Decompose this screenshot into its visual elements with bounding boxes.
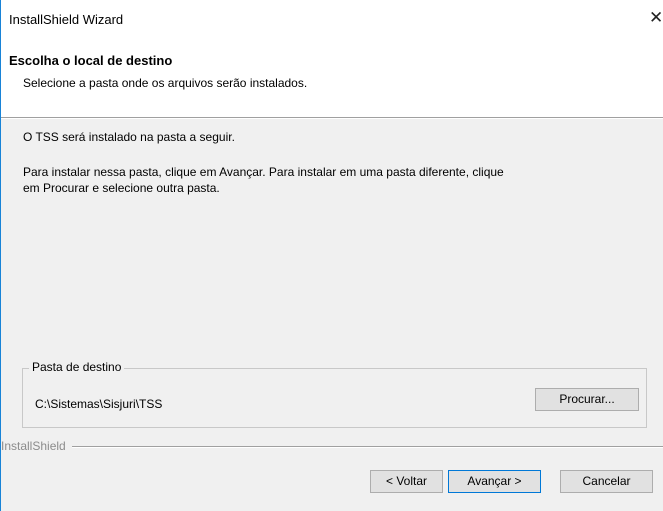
page-title: Escolha o local de destino [9, 53, 173, 68]
header-divider-highlight [1, 118, 663, 119]
footer-divider-highlight [1, 447, 663, 448]
cancel-button[interactable]: Cancelar [560, 470, 653, 493]
wizard-header: Escolha o local de destino Selecione a p… [1, 37, 663, 117]
instructions-line-1: Para instalar nessa pasta, clique em Ava… [23, 165, 504, 179]
install-location-text: O TSS será instalado na pasta a seguir. [23, 130, 235, 144]
title-bar: InstallShield Wizard ✕ [1, 0, 663, 37]
destination-folder-legend: Pasta de destino [29, 360, 125, 374]
destination-path: C:\Sistemas\Sisjuri\TSS [35, 397, 163, 411]
instructions-line-2: em Procurar e selecione outra pasta. [23, 181, 220, 195]
installer-window: InstallShield Wizard ✕ Escolha o local d… [0, 0, 663, 511]
close-icon[interactable]: ✕ [649, 7, 663, 29]
installshield-brand: InstallShield [1, 439, 72, 453]
window-title: InstallShield Wizard [9, 12, 124, 27]
next-button[interactable]: Avançar > [448, 470, 541, 493]
browse-button[interactable]: Procurar... [535, 388, 639, 411]
page-subtitle: Selecione a pasta onde os arquivos serão… [23, 76, 308, 90]
back-button[interactable]: < Voltar [370, 470, 443, 493]
